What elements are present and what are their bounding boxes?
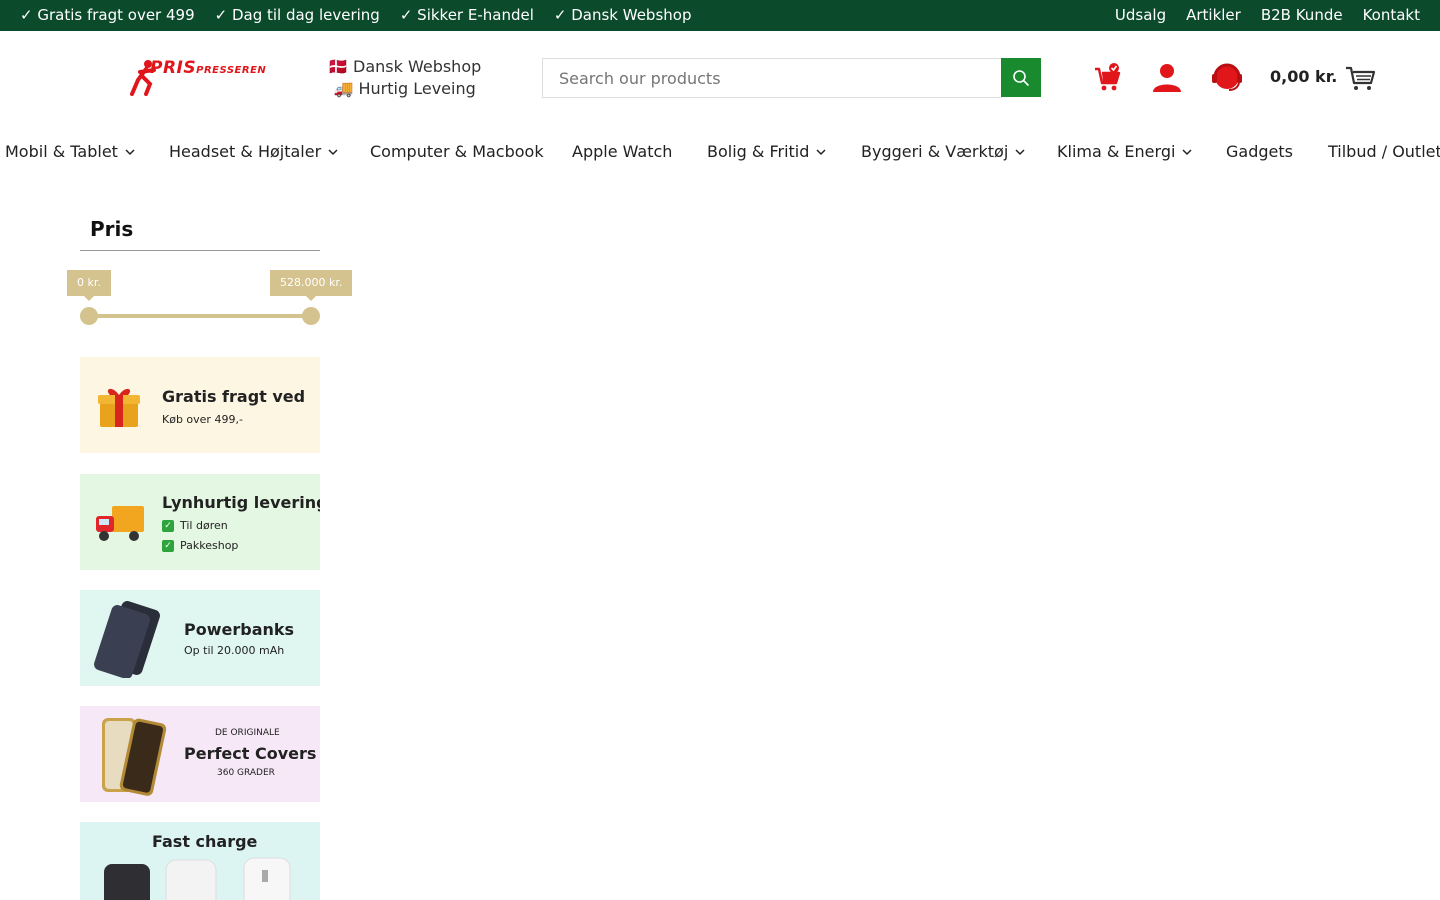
chevron-down-icon bbox=[328, 148, 338, 155]
price-max-label: 528.000 kr. bbox=[270, 270, 353, 301]
customer-service-icon[interactable] bbox=[1210, 60, 1244, 94]
price-min-label: 0 kr. bbox=[67, 270, 111, 301]
promo-powerbanks[interactable]: Powerbanks Op til 20.000 mAh bbox=[80, 590, 320, 686]
promo-free-shipping[interactable]: Gratis fragt ved Køb over 499,- bbox=[80, 357, 320, 453]
promo-item-label: Pakkeshop bbox=[180, 539, 239, 552]
chevron-down-icon bbox=[1182, 148, 1192, 155]
promo-subtitle: 360 GRADER bbox=[217, 768, 275, 778]
nav-item-label: Byggeri & Værktøj bbox=[861, 142, 1009, 161]
cart-total[interactable]: 0,00 kr. bbox=[1270, 67, 1337, 86]
search-input[interactable] bbox=[543, 59, 1001, 97]
promo-fast-delivery[interactable]: Lynhurtig levering ✓ Til døren ✓ Pakkeshop bbox=[80, 474, 320, 570]
promo-item: ✓ Til døren bbox=[162, 519, 228, 532]
check-icon: ✓ bbox=[162, 540, 174, 552]
promo-title: Gratis fragt ved bbox=[162, 387, 306, 406]
nav-item-label: Gadgets bbox=[1226, 142, 1293, 161]
usp-item: ✓ Dansk Webshop bbox=[553, 6, 692, 24]
nav-item-label: Headset & Højtaler bbox=[169, 142, 322, 161]
nav-item-tilbud-outlet[interactable]: Tilbud / Outlet bbox=[1328, 142, 1440, 161]
usp-item: ✓ Sikker E-handel bbox=[399, 6, 534, 24]
top-link-kontakt[interactable]: Kontakt bbox=[1363, 6, 1420, 24]
nav-item-mobil-tablet[interactable]: Mobil & Tablet bbox=[5, 142, 136, 161]
promo-subtitle: Køb over 499,- bbox=[162, 413, 243, 426]
site-logo[interactable]: PRISPRESSEREN bbox=[128, 58, 283, 98]
top-links: Udsalg Artikler B2B Kunde Kontakt bbox=[1115, 6, 1420, 24]
logo-sub: PRESSEREN bbox=[196, 65, 267, 76]
filter-divider bbox=[80, 250, 320, 251]
chevron-down-icon bbox=[816, 148, 826, 155]
search-icon bbox=[1013, 69, 1029, 86]
nav-item-label: Mobil & Tablet bbox=[5, 142, 118, 161]
search-box bbox=[542, 58, 1002, 98]
promo-title: Powerbanks bbox=[184, 620, 295, 639]
search-button[interactable] bbox=[1001, 58, 1041, 97]
usp-item: ✓ Dag til dag levering bbox=[214, 6, 380, 24]
charger-icon bbox=[104, 857, 291, 900]
promo-item-label: Til døren bbox=[180, 519, 228, 532]
check-icon: ✓ bbox=[162, 520, 174, 532]
promo-title: Fast charge bbox=[152, 832, 258, 851]
top-link-udsalg[interactable]: Udsalg bbox=[1115, 6, 1166, 24]
promo-perfect-covers[interactable]: DE ORIGINALE Perfect Covers 360 GRADER bbox=[80, 706, 320, 802]
nav-item-apple-watch[interactable]: Apple Watch bbox=[572, 142, 672, 161]
wishlist-cart-icon[interactable] bbox=[1090, 60, 1124, 94]
powerbank-icon bbox=[94, 601, 160, 678]
nav-item-label: Tilbud / Outlet bbox=[1328, 142, 1440, 161]
nav-item-bolig-fritid[interactable]: Bolig & Fritid bbox=[707, 142, 827, 161]
cart-icon[interactable] bbox=[1344, 64, 1376, 92]
main-nav: Mobil & Tablet Headset & Højtaler Comput… bbox=[0, 140, 1440, 164]
nav-item-computer-macbook[interactable]: Computer & Macbook bbox=[370, 142, 544, 161]
nav-item-label: Klima & Energi bbox=[1057, 142, 1176, 161]
nav-item-label: Bolig & Fritid bbox=[707, 142, 810, 161]
usp-item: ✓ Gratis fragt over 499 bbox=[20, 6, 195, 24]
logo-text: PRISPRESSEREN bbox=[150, 58, 266, 78]
nav-item-klima-energi[interactable]: Klima & Energi bbox=[1057, 142, 1193, 161]
phone-cover-icon bbox=[102, 718, 167, 796]
chevron-down-icon bbox=[1015, 148, 1025, 155]
price-slider-min-handle[interactable] bbox=[80, 307, 98, 325]
price-filter-title: Pris bbox=[90, 217, 134, 241]
truck-icon bbox=[96, 506, 144, 541]
tagline-line: 🇩🇰 Dansk Webshop bbox=[328, 57, 482, 76]
promo-subtitle: Op til 20.000 mAh bbox=[184, 644, 285, 657]
gift-icon bbox=[98, 388, 140, 427]
promo-pretitle: DE ORIGINALE bbox=[215, 728, 280, 738]
price-slider-track[interactable] bbox=[89, 314, 311, 318]
logo-main: PRIS bbox=[150, 58, 197, 78]
promo-item: ✓ Pakkeshop bbox=[162, 539, 238, 552]
nav-item-byggeri-vaerktoj[interactable]: Byggeri & Værktøj bbox=[861, 142, 1026, 161]
top-bar: ✓ Gratis fragt over 499 ✓ Dag til dag le… bbox=[0, 0, 1440, 31]
promo-title: Perfect Covers bbox=[184, 744, 317, 763]
top-link-b2b[interactable]: B2B Kunde bbox=[1261, 6, 1343, 24]
header-tagline: 🇩🇰 Dansk Webshop 🚚 Hurtig Leveing bbox=[328, 56, 481, 100]
nav-item-headset-hojtaler[interactable]: Headset & Højtaler bbox=[169, 142, 339, 161]
nav-item-label: Apple Watch bbox=[572, 142, 673, 161]
usp-list: ✓ Gratis fragt over 499 ✓ Dag til dag le… bbox=[20, 6, 691, 24]
nav-item-gadgets[interactable]: Gadgets bbox=[1226, 142, 1293, 161]
promo-title: Lynhurtig levering bbox=[162, 493, 320, 512]
chevron-down-icon bbox=[125, 148, 135, 155]
top-link-artikler[interactable]: Artikler bbox=[1186, 6, 1241, 24]
nav-item-label: Computer & Macbook bbox=[370, 142, 544, 161]
tagline-line: 🚚 Hurtig Leveing bbox=[333, 79, 476, 98]
price-slider-max-handle[interactable] bbox=[302, 307, 320, 325]
account-icon[interactable] bbox=[1150, 60, 1184, 94]
promo-fast-charge[interactable]: Fast charge bbox=[80, 822, 320, 900]
